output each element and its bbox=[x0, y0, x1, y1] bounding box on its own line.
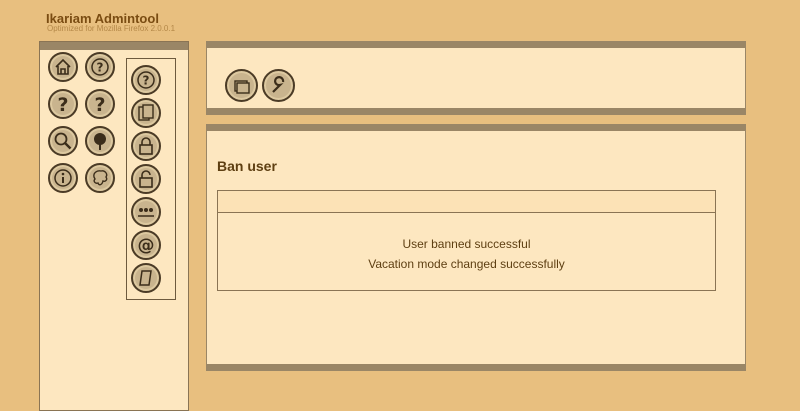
at-icon: @ bbox=[138, 236, 155, 256]
lock-button[interactable] bbox=[131, 131, 161, 161]
unlock-icon bbox=[139, 170, 153, 188]
wrench-icon bbox=[271, 75, 284, 93]
folders-button[interactable] bbox=[225, 69, 258, 102]
toolbar-bottombar bbox=[207, 108, 745, 115]
main-topbar bbox=[207, 124, 745, 131]
note-button[interactable] bbox=[131, 263, 161, 293]
home-button[interactable] bbox=[48, 52, 78, 82]
svg-text:?: ? bbox=[97, 61, 104, 75]
settings-button[interactable] bbox=[262, 69, 295, 102]
question-button-2[interactable]: ? bbox=[85, 89, 115, 119]
map-icon bbox=[93, 170, 108, 186]
documents-button[interactable] bbox=[131, 98, 161, 128]
page-title: Ban user bbox=[217, 158, 277, 174]
sidebar: ? ? ? ? @ bbox=[39, 41, 189, 411]
question-button[interactable]: ? bbox=[48, 89, 78, 119]
subpanel-help-button[interactable]: ? bbox=[131, 65, 161, 95]
help-icon: ? bbox=[91, 58, 109, 76]
app-subtitle: Optimized for Mozilla Firefox 2.0.0.1 bbox=[47, 24, 176, 33]
info-icon bbox=[54, 169, 72, 187]
map-button[interactable] bbox=[85, 163, 115, 193]
admin-subpanel: ? @ bbox=[126, 58, 176, 300]
toolbar-panel bbox=[206, 41, 746, 115]
home-icon bbox=[55, 58, 71, 75]
message-box: User banned successful Vacation mode cha… bbox=[217, 190, 716, 291]
documents-icon bbox=[138, 104, 154, 121]
pin-button[interactable] bbox=[85, 126, 115, 156]
svg-text:@: @ bbox=[138, 236, 155, 256]
lock-icon bbox=[139, 137, 153, 155]
sidebar-topbar bbox=[40, 42, 188, 50]
svg-text:?: ? bbox=[57, 94, 68, 114]
unlock-button[interactable] bbox=[131, 164, 161, 194]
message-list: User banned successful Vacation mode cha… bbox=[218, 213, 715, 274]
question-icon: ? bbox=[57, 94, 68, 114]
search-button[interactable] bbox=[48, 126, 78, 156]
status-message: User banned successful bbox=[402, 237, 531, 251]
search-icon bbox=[54, 132, 72, 150]
main-bottombar bbox=[207, 364, 745, 371]
email-button[interactable]: @ bbox=[131, 230, 161, 260]
help-icon: ? bbox=[137, 71, 155, 89]
users-button[interactable] bbox=[131, 197, 161, 227]
svg-text:?: ? bbox=[143, 74, 150, 88]
folders-icon bbox=[233, 79, 250, 94]
main-panel: Ban user User banned successful Vacation… bbox=[206, 124, 746, 371]
note-icon bbox=[139, 270, 152, 286]
message-box-header bbox=[218, 191, 715, 213]
pin-icon bbox=[94, 133, 106, 150]
help-button[interactable]: ? bbox=[85, 52, 115, 82]
svg-text:?: ? bbox=[94, 94, 105, 114]
info-button[interactable] bbox=[48, 163, 78, 193]
question-icon-2: ? bbox=[94, 94, 105, 114]
users-icon bbox=[138, 208, 154, 217]
toolbar-topbar bbox=[207, 41, 745, 48]
status-message: Vacation mode changed successfully bbox=[368, 257, 565, 271]
